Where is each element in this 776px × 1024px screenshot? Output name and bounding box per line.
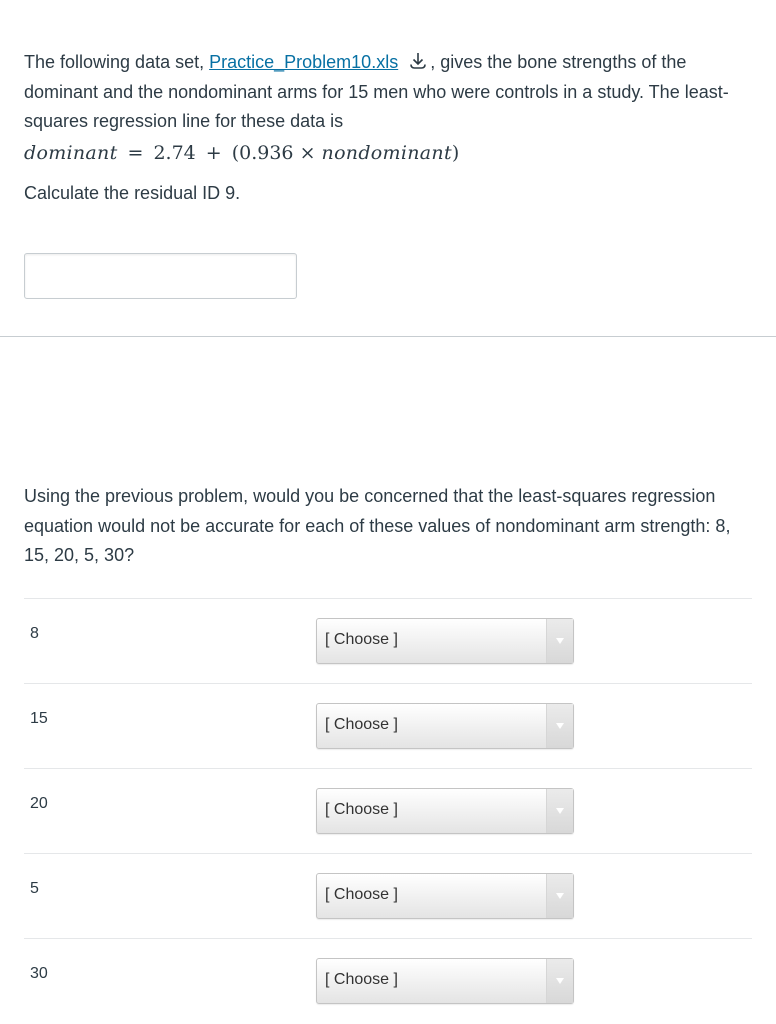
question-1: The following data set, Practice_Problem… [24,48,754,170]
dropdown-value: [ Choose ] [325,716,398,733]
question-1-intro: The following data set, [24,52,210,72]
chevron-down-icon[interactable] [546,789,573,833]
equation-equals: = [127,141,144,164]
chevron-down-icon[interactable] [546,874,573,918]
answer-dropdown[interactable]: [ Choose ] [316,958,574,1004]
dropdown-value: [ Choose ] [325,631,398,648]
residual-answer-input[interactable] [24,253,297,299]
equation-intercept: 2.74 [153,141,196,164]
question-1-prompt: Calculate the residual ID 9. [24,183,241,203]
chevron-down-icon[interactable] [546,619,573,663]
row-label: 20 [30,795,48,812]
equation-slope: 0.936 [239,141,294,164]
question-2-text: Using the previous problem, would you be… [24,486,731,565]
dropdown-value: [ Choose ] [325,801,398,818]
matching-row: 30 [ Choose ] [24,938,752,1023]
matching-list: 8 [ Choose ] 15 [ Choose ] 20 [ Choose ]… [24,598,752,1023]
download-icon[interactable] [408,51,428,71]
dropdown-value: [ Choose ] [325,886,398,903]
matching-row: 8 [ Choose ] [24,598,752,683]
question-divider [0,336,776,337]
equation-paren-open: ( [231,141,240,164]
answer-dropdown[interactable]: [ Choose ] [316,703,574,749]
chevron-down-icon[interactable] [546,959,573,1003]
answer-dropdown[interactable]: [ Choose ] [316,873,574,919]
data-file-link[interactable]: Practice_Problem10.xls [209,52,398,72]
dropdown-value: [ Choose ] [325,971,398,988]
answer-dropdown[interactable]: [ Choose ] [316,618,574,664]
equation-lhs: dominant [24,141,118,164]
equation-paren-close: ) [451,141,460,164]
matching-row: 5 [ Choose ] [24,853,752,938]
matching-row: 20 [ Choose ] [24,768,752,853]
row-label: 5 [30,880,39,897]
row-label: 8 [30,625,39,642]
equation-variable: nondominant [321,141,452,164]
chevron-down-icon[interactable] [546,704,573,748]
equation-times: × [299,141,316,164]
question-2: Using the previous problem, would you be… [24,482,754,571]
equation-plus: + [205,141,222,164]
row-label: 15 [30,710,48,727]
question-1-text: The following data set, Practice_Problem… [24,48,754,137]
row-label: 30 [30,965,48,982]
regression-equation: dominant = 2.74 + (0.936 × nondominant) [24,137,754,170]
matching-row: 15 [ Choose ] [24,683,752,768]
answer-dropdown[interactable]: [ Choose ] [316,788,574,834]
